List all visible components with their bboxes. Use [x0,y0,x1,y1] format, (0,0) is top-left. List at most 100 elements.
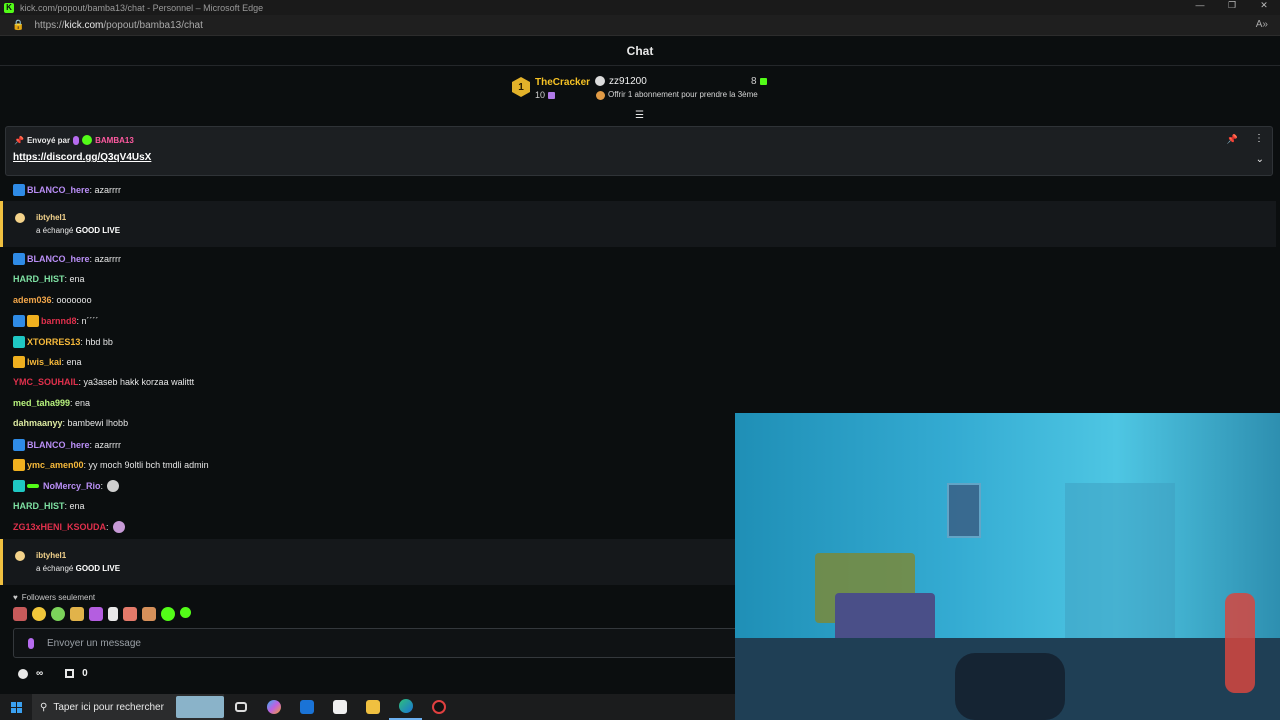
chat-text: : n´´´´ [76,316,99,326]
chat-username[interactable]: lwis_kai [27,357,62,367]
chat-username[interactable]: ZG13xHENI_KSOUDA [13,522,106,532]
edge-icon[interactable] [389,694,422,720]
more-options-icon[interactable]: ⋮ [1254,133,1264,144]
channel-points-icon [15,213,25,223]
redeem-reward: GOOD LIVE [75,564,121,573]
redeem-text: a échangé GOOD LIVE [36,564,121,573]
emote-icon[interactable] [112,521,125,533]
bottle [1225,593,1255,693]
file-explorer-icon[interactable] [356,694,389,720]
window-controls: — ❐ ✕ [1184,0,1280,11]
leaderboard-first-count: 10 [535,90,556,100]
read-aloud-icon[interactable]: A» [1256,19,1268,30]
emote-icon[interactable] [32,607,46,621]
inventory-icon[interactable] [65,669,75,678]
chat-username[interactable]: YMC_SOUHAIL [13,377,79,387]
rank-badge-icon: 1 [512,77,530,97]
user-icon [595,76,605,86]
crown-badge-icon [13,356,25,368]
emote-icon[interactable] [108,607,118,621]
lock-icon[interactable]: 🔒 [12,20,24,31]
address-bar[interactable]: 🔒 https://kick.com/popout/bamba13/chat A… [0,15,1280,36]
emote-icon[interactable] [13,607,27,621]
chevron-down-icon[interactable]: ⌄ [1256,154,1264,165]
webcam-overlay [735,413,1280,720]
leaderboard-second-name[interactable]: zz91200 [609,76,647,87]
window-title: kick.com/popout/bamba13/chat - Personnel… [20,2,264,13]
redeem-reward: GOOD LIVE [75,226,121,235]
chat-username[interactable]: BLANCO_here [27,440,90,450]
copilot-icon[interactable] [257,694,290,720]
task-view-icon[interactable] [224,694,257,720]
chat-message: barnnd8 : n´´´´ [13,315,99,327]
pinned-message: 📌 Envoyé par BAMBA13 https://discord.gg/… [5,126,1273,176]
emote-icon[interactable] [180,607,191,618]
leaderboard-second-count: 8 [751,76,767,87]
unpin-icon[interactable]: 📌 [1227,134,1238,145]
emote-icon[interactable] [89,607,103,621]
close-icon[interactable]: ✕ [1248,0,1280,11]
chat-username[interactable]: ymc_amen00 [27,460,84,470]
pinned-sender-name[interactable]: BAMBA13 [95,136,134,145]
chat-username[interactable]: BLANCO_here [27,185,90,195]
channel-points-icon [15,551,25,561]
start-button[interactable] [0,694,32,720]
chat-text: : ooooooo [51,295,92,305]
crown-badge-icon [27,315,39,327]
chat-message: HARD_HIST : ena [13,501,85,511]
heart-icon: ♥ [13,593,18,602]
inventory-count: 0 [82,668,88,679]
chat-username[interactable]: XTORRES13 [27,337,80,347]
redeem-username[interactable]: ibtyhel1 [36,213,66,222]
emote-icon[interactable] [107,480,120,492]
emote-icon[interactable] [70,607,84,621]
redeem-username[interactable]: ibtyhel1 [36,551,66,560]
filter-icon[interactable]: ☰ [635,110,644,121]
emote-icon[interactable] [142,607,156,621]
chat-username[interactable]: barnnd8 [41,316,77,326]
redeem-text: a échangé GOOD LIVE [36,226,121,235]
chat-message: adem036 : ooooooo [13,295,92,305]
channel-points-icon[interactable] [18,668,28,679]
emote-icon[interactable] [161,607,175,621]
search-highlight-icon [176,696,224,718]
chat-username[interactable]: med_taha999 [13,398,70,408]
chat-username[interactable]: NoMercy_Rio [43,481,101,491]
wall-frame [947,483,981,538]
mic-icon [28,638,34,649]
restore-icon[interactable]: ❐ [1216,0,1248,11]
store-icon[interactable] [323,694,356,720]
pinned-by-label: Envoyé par [26,135,71,145]
chat-text: : azarrrr [89,440,122,450]
channel-points-value[interactable]: ∞ [36,668,43,679]
sub-gifter-badge-icon [13,336,25,348]
leaderboard-first-name[interactable]: TheCracker [535,77,590,88]
speedtest-icon[interactable] [422,694,455,720]
chat-text: : ena [64,501,85,511]
url-text[interactable]: https://kick.com/popout/bamba13/chat [34,20,202,31]
chat-text: : hbd bb [80,337,113,347]
taskbar-search-placeholder[interactable]: Taper ici pour rechercher [53,702,164,713]
pinned-sender-line: 📌 Envoyé par BAMBA13 [14,135,134,145]
chat-message: BLANCO_here : azarrrr [13,184,121,196]
chat-text: : bambewi lhobb [62,418,129,428]
og-badge-icon [13,184,25,196]
search-icon: ⚲ [40,701,48,713]
outlook-icon[interactable] [290,694,323,720]
taskbar-search[interactable]: ⚲ Taper ici pour rechercher [32,694,224,720]
minimize-icon[interactable]: — [1184,0,1216,11]
message-input-placeholder[interactable]: Envoyer un message [47,638,141,649]
pinned-discord-link[interactable]: https://discord.gg/Q3qV4UsX [13,152,151,163]
chat-username[interactable]: BLANCO_here [27,254,90,264]
crown-badge-icon [13,459,25,471]
browser-titlebar: K kick.com/popout/bamba13/chat - Personn… [0,0,1280,15]
quick-emote-bar [13,607,191,621]
chat-username[interactable]: HARD_HIST [13,274,65,284]
chat-username[interactable]: adem036 [13,295,52,305]
chat-username[interactable]: dahmaanyy [13,418,63,428]
emote-icon[interactable] [123,607,137,621]
gift-icon [548,92,556,100]
chat-username[interactable]: HARD_HIST [13,501,65,511]
emote-icon[interactable] [51,607,65,621]
gift-subscription-prompt[interactable]: Offrir 1 abonnement pour prendre la 3ème [608,90,758,99]
